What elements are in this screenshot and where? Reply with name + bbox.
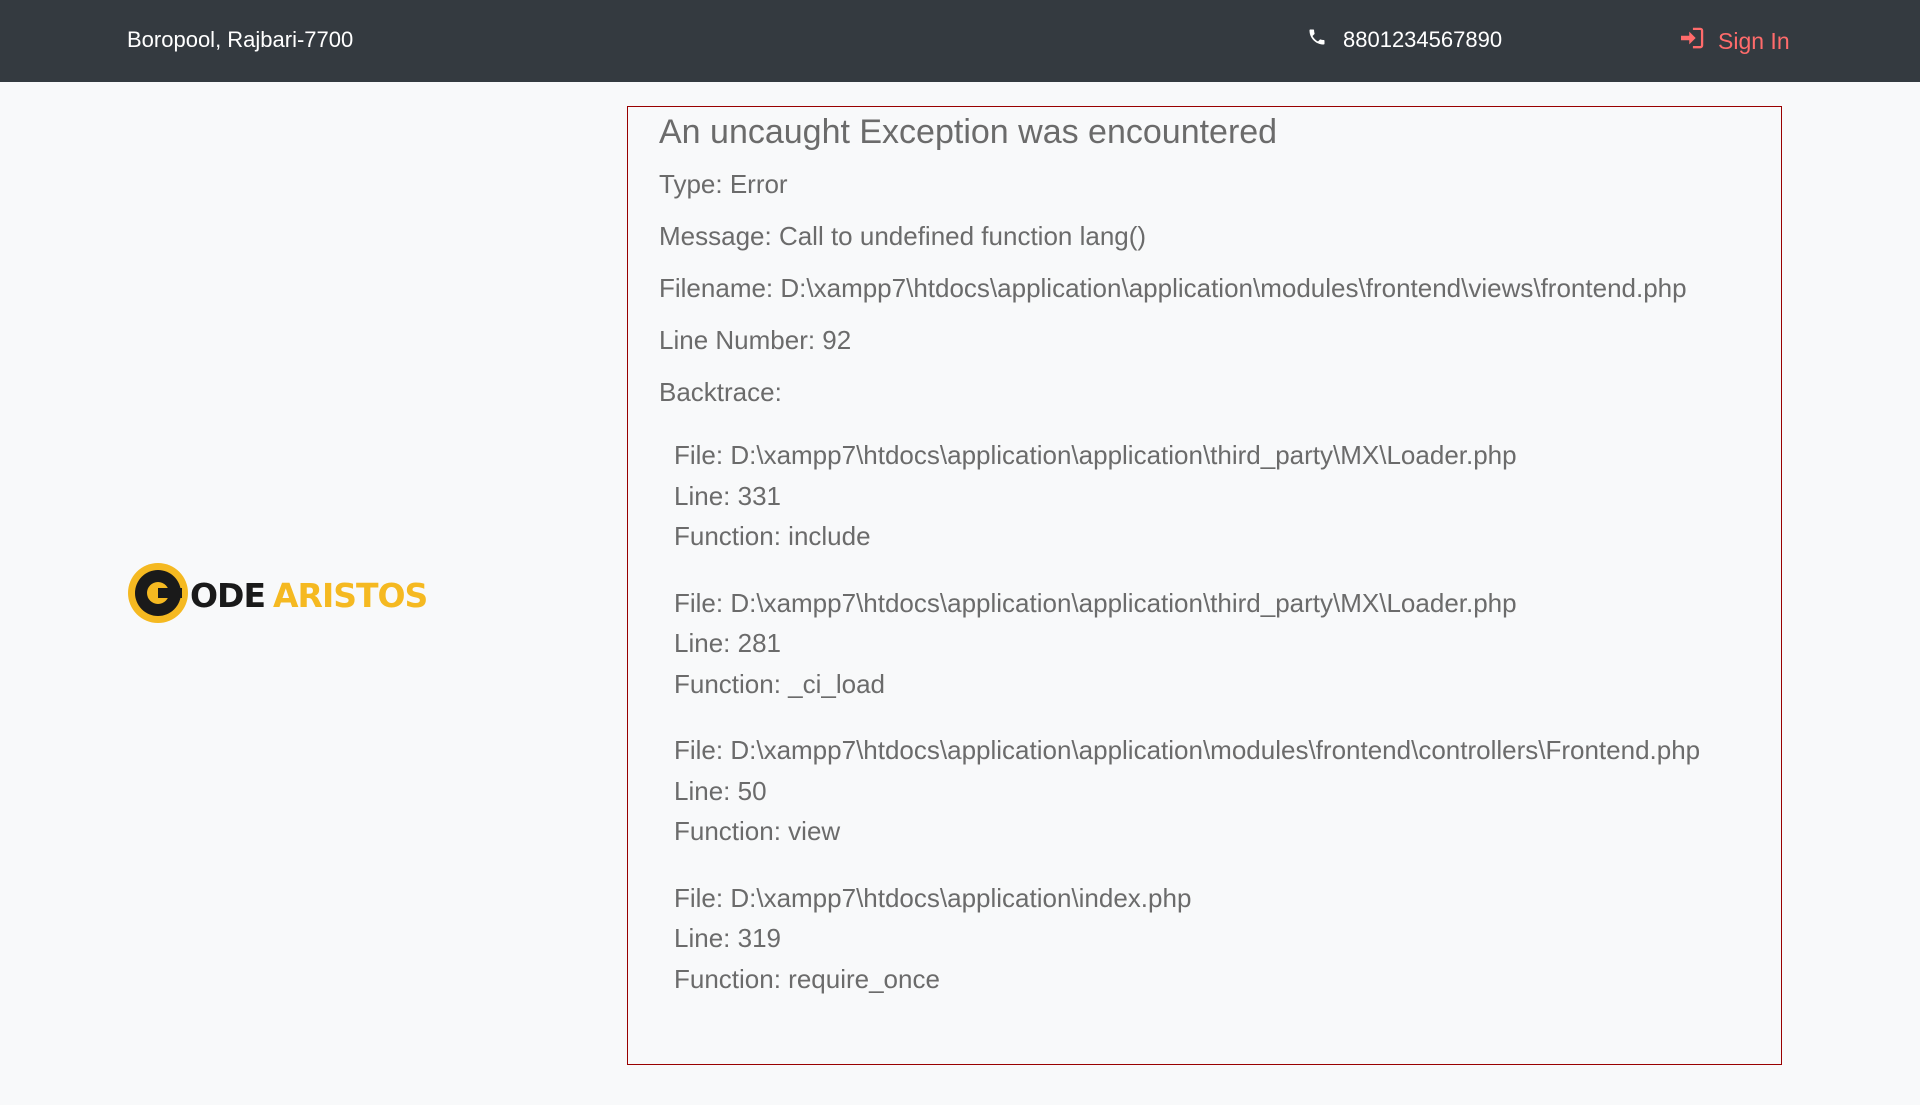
error-title: An uncaught Exception was encountered [659,113,1278,151]
error-panel: An uncaught Exception was encountered Ty… [627,106,1782,1065]
logo-c-icon [127,562,189,629]
backtrace-function: Function: include [674,521,871,551]
phone-icon [1307,27,1327,53]
phone-contact[interactable]: 8801234567890 [1307,27,1502,53]
code-aristos-logo[interactable]: ODE ARISTOS [127,562,428,629]
top-bar: Boropool, Rajbari-7700 8801234567890 Sig… [0,0,1920,82]
backtrace-line: Line: 50 [674,775,767,806]
sign-in-label: Sign In [1718,27,1790,54]
backtrace-file: File: D:\xampp7\htdocs\application\appli… [674,587,1517,618]
phone-number: 8801234567890 [1343,27,1503,52]
logo-text: ODE ARISTOS [190,576,428,615]
backtrace-entry: File: D:\xampp7\htdocs\application\appli… [674,583,1781,705]
backtrace-file: File: D:\xampp7\htdocs\application\index… [674,882,1192,913]
error-line-number: Line Number: 92 [659,325,852,355]
backtrace-entry: File: D:\xampp7\htdocs\application\appli… [674,435,1781,557]
error-message: Message: Call to undefined function lang… [659,221,1147,251]
backtrace-entry: File: D:\xampp7\htdocs\application\appli… [674,730,1781,852]
backtrace-line: Line: 319 [674,923,781,953]
error-filename: Filename: D:\xampp7\htdocs\application\a… [659,273,1687,303]
address-text: Boropool, Rajbari-7700 [127,27,354,52]
sign-in-link[interactable]: Sign In [1680,27,1790,55]
sign-in-icon [1680,27,1704,55]
backtrace-file: File: D:\xampp7\htdocs\application\appli… [674,735,1701,765]
backtrace-entry: File: D:\xampp7\htdocs\application\index… [674,878,1781,1000]
backtrace-line: Line: 331 [674,480,781,511]
backtrace-function: Function: view [674,816,841,846]
backtrace-file: File: D:\xampp7\htdocs\application\appli… [674,440,1517,470]
logo-aristos: ARISTOS [273,576,428,615]
backtrace-label: Backtrace: [659,377,782,407]
error-type: Type: Error [659,169,788,199]
backtrace-function: Function: require_once [674,963,940,994]
backtrace-line: Line: 281 [674,628,781,658]
backtrace-function: Function: _ci_load [674,668,886,699]
logo-ode: ODE [190,576,266,615]
